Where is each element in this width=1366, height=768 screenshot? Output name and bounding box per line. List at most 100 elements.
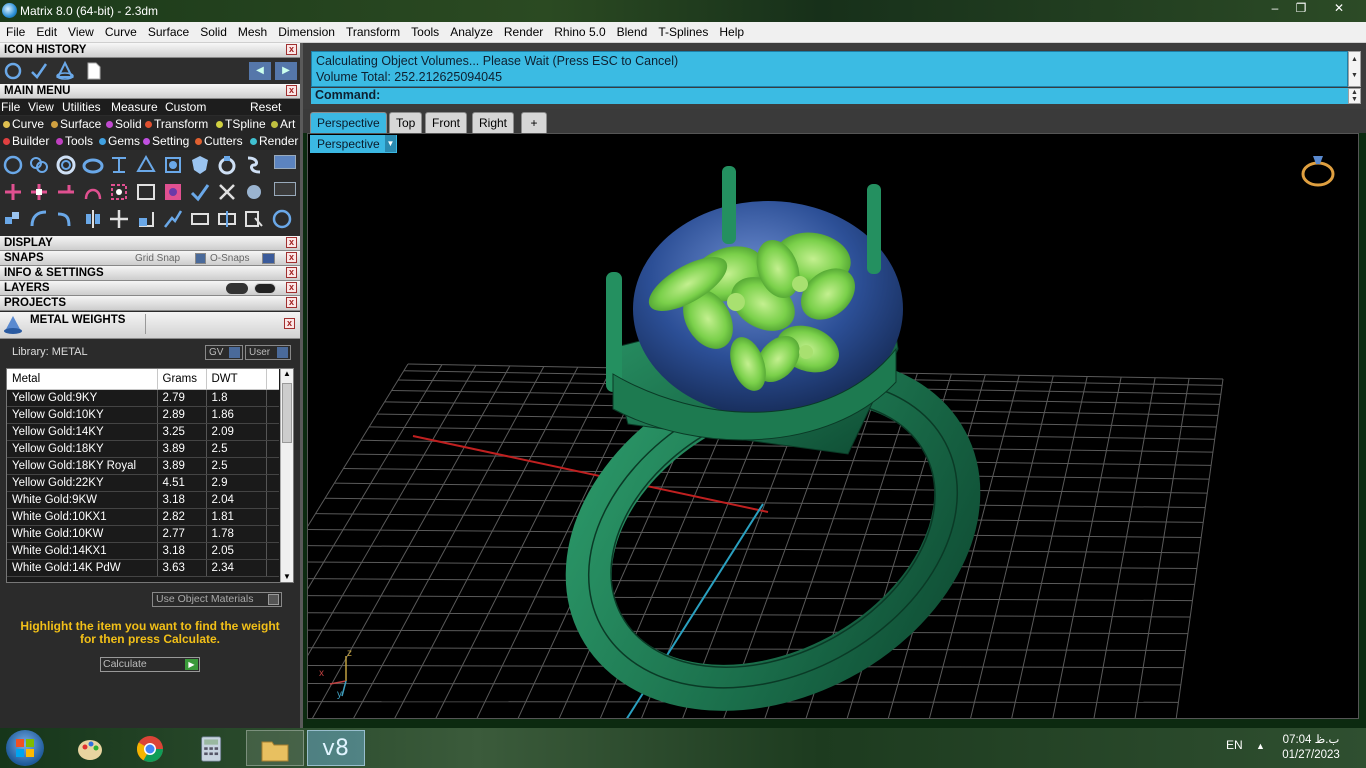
taskbar-calculator[interactable]	[184, 730, 242, 766]
maximize-button[interactable]: ❐	[1288, 0, 1314, 18]
menu-edit[interactable]: Edit	[30, 22, 62, 43]
menu-view[interactable]: View	[62, 22, 99, 43]
menu-blend[interactable]: Blend	[611, 22, 653, 43]
taskbar-explorer[interactable]	[246, 730, 304, 766]
cat-builder[interactable]: Builder	[3, 134, 49, 148]
history-back-button[interactable]: ◀	[249, 62, 271, 80]
tab-right[interactable]: Right	[472, 112, 515, 133]
render-sphere-icon[interactable]	[243, 181, 265, 203]
menu-mesh[interactable]: Mesh	[232, 22, 272, 43]
user-toggle[interactable]	[277, 347, 288, 358]
curve-network-icon[interactable]	[28, 154, 50, 176]
gem-setting-icon[interactable]	[55, 61, 75, 81]
snap-point-icon[interactable]	[108, 181, 130, 203]
info-close-button[interactable]: x	[286, 267, 297, 278]
tab-front[interactable]: Front	[425, 112, 468, 133]
layers-close-button[interactable]: x	[286, 282, 297, 293]
shield-icon[interactable]	[189, 154, 211, 176]
menu-help[interactable]: Help	[713, 22, 749, 43]
minimize-button[interactable]: –	[1262, 0, 1288, 18]
icon-history-close-button[interactable]: x	[286, 44, 297, 55]
delete-tool-icon[interactable]	[216, 181, 238, 203]
metal-table-row[interactable]: Yellow Gold:9KY 2.79 1.8	[7, 389, 279, 407]
metal-table-row[interactable]: White Gold:14K PdW 3.63 2.34	[7, 559, 279, 577]
checkmark-tool-icon[interactable]	[29, 61, 49, 81]
metal-weights-close-button[interactable]: x	[284, 318, 295, 329]
metal-table-row[interactable]: Yellow Gold:18KY Royal 3.89 2.5	[7, 457, 279, 475]
chevron-down-icon[interactable]: ▼	[385, 135, 396, 152]
metal-table-row[interactable]: Yellow Gold:22KY 4.51 2.9	[7, 474, 279, 492]
mm-view[interactable]: View	[28, 100, 54, 114]
move-icon[interactable]	[108, 208, 130, 230]
taskbar-matrix[interactable]: v8	[307, 730, 365, 766]
flow-icon[interactable]	[162, 208, 184, 230]
col-metal[interactable]: Metal	[7, 369, 158, 390]
cubes-icon[interactable]	[2, 208, 24, 230]
layer-visibility-icon[interactable]	[226, 283, 248, 294]
check-icon[interactable]	[189, 181, 211, 203]
metal-table-scrollbar[interactable]: ▲ ▼	[280, 369, 293, 582]
cat-cutters[interactable]: Cutters	[195, 134, 243, 148]
calculate-button[interactable]: Calculate ▶	[100, 657, 200, 672]
close-window-button[interactable]: ✕	[1326, 0, 1352, 18]
display-section[interactable]: DISPLAY x	[0, 236, 300, 251]
snaps-close-button[interactable]: x	[286, 252, 297, 263]
metal-table-row[interactable]: Yellow Gold:10KY 2.89 1.86	[7, 406, 279, 424]
scroll-thumb[interactable]	[282, 383, 292, 443]
gv-toggle[interactable]	[229, 347, 240, 358]
command-history-scrollbar[interactable]: ▲ ▼	[1348, 51, 1361, 87]
rotate-icon[interactable]	[28, 208, 50, 230]
cat-transform[interactable]: Transform	[145, 117, 208, 131]
grid-snap-label[interactable]: Grid Snap	[135, 251, 180, 266]
trim-icon[interactable]	[243, 208, 265, 230]
panel-toggle-2[interactable]	[274, 182, 296, 196]
tab-top[interactable]: Top	[389, 112, 423, 133]
language-indicator[interactable]: EN	[1226, 738, 1243, 752]
snaps-section[interactable]: SNAPS Grid Snap O-Snaps x	[0, 251, 300, 266]
new-document-icon[interactable]	[84, 61, 104, 81]
command-input[interactable]: Command:	[311, 88, 1348, 104]
mm-custom[interactable]: Custom	[165, 100, 206, 114]
osnaps-label[interactable]: O-Snaps	[210, 251, 249, 266]
history-forward-button[interactable]: ▶	[275, 62, 297, 80]
prong-1[interactable]	[722, 166, 736, 244]
ring-icon[interactable]	[55, 154, 77, 176]
ring-model[interactable]	[308, 134, 1359, 719]
frame-icon[interactable]	[162, 154, 184, 176]
metal-table-row[interactable]: Yellow Gold:18KY 3.89 2.5	[7, 440, 279, 458]
system-clock[interactable]: 07:04 ب.ظ 01/27/2023	[1280, 733, 1342, 763]
projects-close-button[interactable]: x	[286, 297, 297, 308]
user-button[interactable]: User	[245, 345, 291, 360]
add-viewport-tab-button[interactable]: +	[521, 112, 547, 133]
use-object-materials-checkbox[interactable]	[268, 594, 279, 605]
bezel-icon[interactable]	[216, 154, 238, 176]
mm-reset[interactable]: Reset	[250, 100, 281, 114]
add-point-icon[interactable]	[2, 181, 24, 203]
twist-icon[interactable]	[243, 154, 265, 176]
mm-file[interactable]: File	[1, 100, 20, 114]
taskbar-chrome[interactable]	[122, 730, 180, 766]
cat-solid[interactable]: Solid	[106, 117, 142, 131]
projects-section[interactable]: PROJECTS x	[0, 296, 300, 311]
menu-solid[interactable]: Solid	[194, 22, 232, 43]
icon-history-header[interactable]: ICON HISTORY x	[0, 43, 300, 58]
head-icon[interactable]	[108, 154, 130, 176]
remove-point-icon[interactable]	[55, 181, 77, 203]
menu-tsplines[interactable]: T-Splines	[652, 22, 713, 43]
cat-art[interactable]: Art	[271, 117, 295, 131]
metal-table-row[interactable]: White Gold:10KW 2.77 1.78	[7, 525, 279, 543]
cat-surface[interactable]: Surface	[51, 117, 101, 131]
prong-2[interactable]	[867, 184, 881, 274]
cat-curve[interactable]: Curve	[3, 117, 44, 131]
mm-measure[interactable]: Measure	[111, 100, 158, 114]
metal-table-row[interactable]: White Gold:10KX1 2.82 1.81	[7, 508, 279, 526]
cat-tools[interactable]: Tools	[56, 134, 93, 148]
command-input-scrollbar[interactable]: ▲ ▼	[1348, 88, 1361, 104]
bend-icon[interactable]	[55, 208, 77, 230]
ring-view-gizmo-icon[interactable]	[1298, 142, 1338, 192]
split-icon[interactable]	[216, 208, 238, 230]
metal-table-row[interactable]: White Gold:14KX1 3.18 2.05	[7, 542, 279, 560]
metal-table-row[interactable]: White Gold:9KW 3.18 2.04	[7, 491, 279, 509]
tray-expand-icon[interactable]: ▲	[1256, 741, 1265, 751]
arc-icon[interactable]	[82, 181, 104, 203]
